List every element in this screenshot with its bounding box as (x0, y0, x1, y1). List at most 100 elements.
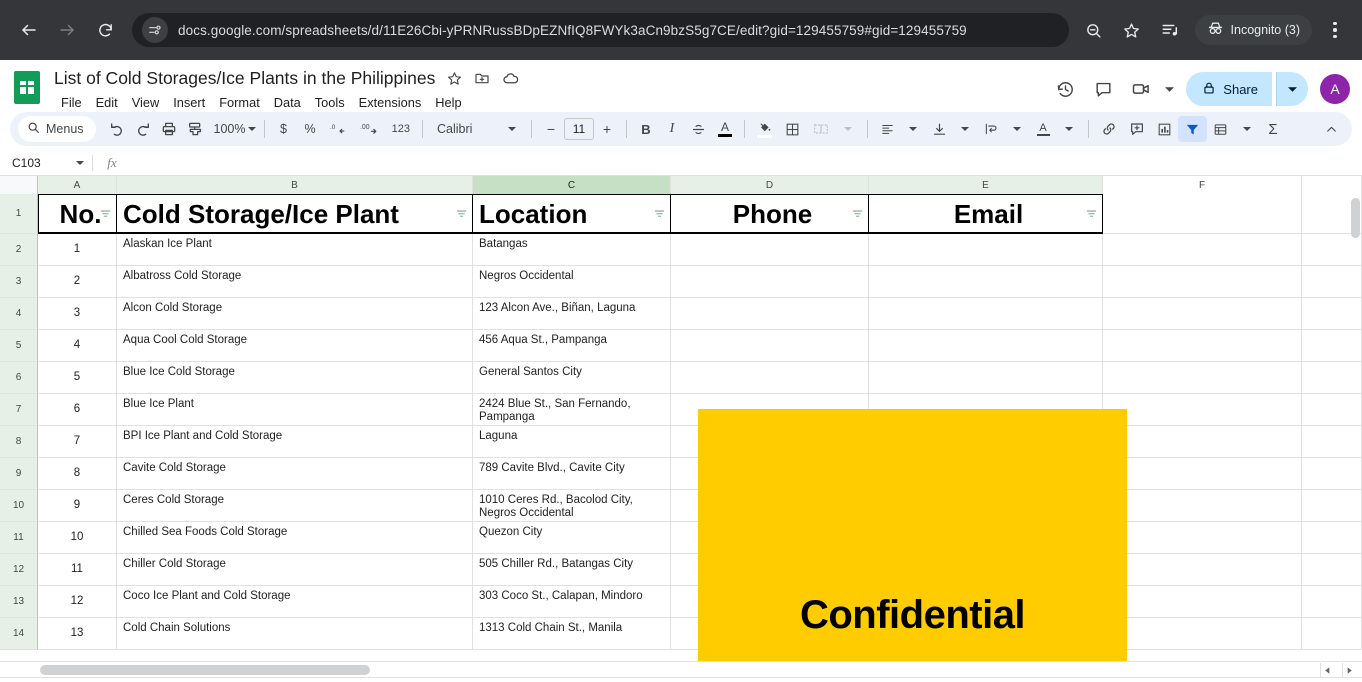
insert-comment-icon[interactable] (1123, 116, 1151, 142)
column-header-a[interactable]: A (38, 176, 117, 194)
text-rotation-icon[interactable]: A (1030, 116, 1056, 142)
cell-location-7[interactable]: 2424 Blue St., San Fernando, Pampanga (473, 394, 671, 426)
version-history-icon[interactable] (1048, 72, 1082, 106)
cell-location-6[interactable]: General Santos City (473, 362, 671, 394)
row-header-13[interactable]: 13 (0, 586, 38, 618)
cell-g-12[interactable] (1302, 554, 1362, 586)
cell-g-8[interactable] (1302, 426, 1362, 458)
cell-f-14[interactable] (1103, 618, 1302, 650)
font-family-caret[interactable] (499, 116, 525, 142)
cell-g-11[interactable] (1302, 522, 1362, 554)
insert-chart-icon[interactable] (1151, 116, 1178, 142)
fill-color-icon[interactable] (751, 116, 778, 142)
merge-caret-icon[interactable] (835, 116, 861, 142)
cell-g-10[interactable] (1302, 490, 1362, 522)
vertical-scrollbar[interactable] (1351, 198, 1360, 238)
percent-format-button[interactable]: % (297, 116, 324, 142)
cell-phone-3[interactable] (671, 266, 869, 298)
redo-icon[interactable] (130, 116, 156, 142)
header-cell-phone[interactable]: Phone (671, 194, 869, 234)
cell-location-9[interactable]: 789 Cavite Blvd., Cavite City (473, 458, 671, 490)
row-header-12[interactable]: 12 (0, 554, 38, 586)
cell-name-6[interactable]: Blue Ice Cold Storage (117, 362, 473, 394)
cell-name-14[interactable]: Cold Chain Solutions (117, 618, 473, 650)
address-bar[interactable]: docs.google.com/spreadsheets/d/11E26Cbi-… (132, 13, 1069, 47)
cell-f-10[interactable] (1103, 490, 1302, 522)
chevron-down-icon[interactable] (1162, 72, 1176, 106)
cloud-saved-icon[interactable] (502, 70, 519, 87)
cell-f-12[interactable] (1103, 554, 1302, 586)
formula-input[interactable] (131, 150, 1362, 176)
italic-button[interactable]: I (659, 116, 685, 142)
scroll-left-icon[interactable] (1320, 663, 1334, 677)
increase-decimal-icon[interactable]: .00 (354, 116, 386, 142)
cell-location-13[interactable]: 303 Coco St., Calapan, Mindoro (473, 586, 671, 618)
cell-phone-5[interactable] (671, 330, 869, 362)
row-header-3[interactable]: 3 (0, 266, 38, 298)
cell-name-5[interactable]: Aqua Cool Cold Storage (117, 330, 473, 362)
sum-button[interactable]: Σ (1260, 116, 1286, 142)
cell-no-14[interactable]: 13 (38, 618, 117, 650)
horizontal-scrollbar-track[interactable] (40, 665, 1302, 675)
functions-caret[interactable] (1234, 116, 1260, 142)
cell-location-12[interactable]: 505 Chiller Rd., Batangas City (473, 554, 671, 586)
cell-email-2[interactable] (869, 234, 1103, 266)
header-cell-no[interactable]: No. (38, 194, 117, 234)
horizontal-align-icon[interactable] (874, 116, 900, 142)
cell-g-9[interactable] (1302, 458, 1362, 490)
cell-f-13[interactable] (1103, 586, 1302, 618)
share-dropdown-button[interactable] (1276, 72, 1308, 106)
scroll-right-icon[interactable] (1342, 663, 1356, 677)
forward-arrow-icon[interactable] (51, 14, 83, 46)
cell-f-11[interactable] (1103, 522, 1302, 554)
cell-no-12[interactable]: 11 (38, 554, 117, 586)
cell-email-3[interactable] (869, 266, 1103, 298)
decrease-decimal-icon[interactable]: .0 (324, 116, 354, 142)
cell-g-3[interactable] (1302, 266, 1362, 298)
cell-f-3[interactable] (1103, 266, 1302, 298)
column-header-e[interactable]: E (869, 176, 1103, 194)
column-header-b[interactable]: B (117, 176, 473, 194)
cell-name-12[interactable]: Chiller Cold Storage (117, 554, 473, 586)
star-icon[interactable] (1117, 15, 1147, 45)
row-header-2[interactable]: 2 (0, 234, 38, 266)
cell-email-4[interactable] (869, 298, 1103, 330)
move-to-folder-icon[interactable] (474, 70, 490, 86)
cell-no-13[interactable]: 12 (38, 586, 117, 618)
cell-no-9[interactable]: 8 (38, 458, 117, 490)
name-box[interactable]: C103 (0, 150, 92, 176)
cell-name-13[interactable]: Coco Ice Plant and Cold Storage (117, 586, 473, 618)
reload-icon[interactable] (89, 14, 121, 46)
document-title[interactable]: List of Cold Storages/Ice Plants in the … (54, 68, 435, 89)
google-sheets-icon[interactable] (14, 71, 44, 103)
incognito-indicator[interactable]: Incognito (3) (1195, 15, 1312, 45)
cell-f-8[interactable] (1103, 426, 1302, 458)
cell-location-10[interactable]: 1010 Ceres Rd., Bacolod City, Negros Occ… (473, 490, 671, 522)
menu-help[interactable]: Help (428, 92, 468, 113)
menu-format[interactable]: Format (212, 92, 267, 113)
cell-phone-6[interactable] (671, 362, 869, 394)
cell-email-5[interactable] (869, 330, 1103, 362)
filter-icon[interactable] (1178, 116, 1207, 142)
currency-format-button[interactable]: $ (271, 116, 297, 142)
back-arrow-icon[interactable] (13, 14, 45, 46)
cell-no-3[interactable]: 2 (38, 266, 117, 298)
chevron-down-icon[interactable] (76, 156, 84, 170)
star-icon[interactable] (447, 71, 462, 86)
menu-extensions[interactable]: Extensions (352, 92, 429, 113)
cell-email-6[interactable] (869, 362, 1103, 394)
chevron-up-icon[interactable] (1318, 116, 1344, 142)
cell-g-6[interactable] (1302, 362, 1362, 394)
cell-location-14[interactable]: 1313 Cold Chain St., Manila (473, 618, 671, 650)
text-wrap-icon[interactable] (978, 116, 1004, 142)
cell-no-8[interactable]: 7 (38, 426, 117, 458)
menu-tools[interactable]: Tools (308, 92, 352, 113)
cell-phone-2[interactable] (671, 234, 869, 266)
borders-icon[interactable] (778, 116, 807, 142)
header-cell-name[interactable]: Cold Storage/Ice Plant (117, 194, 473, 234)
header-cell-location[interactable]: Location (473, 194, 671, 234)
paint-format-icon[interactable] (182, 116, 208, 142)
meet-camera-icon[interactable] (1124, 72, 1158, 106)
insert-link-icon[interactable] (1095, 116, 1123, 142)
font-family-selector[interactable]: Calibri (429, 116, 499, 142)
